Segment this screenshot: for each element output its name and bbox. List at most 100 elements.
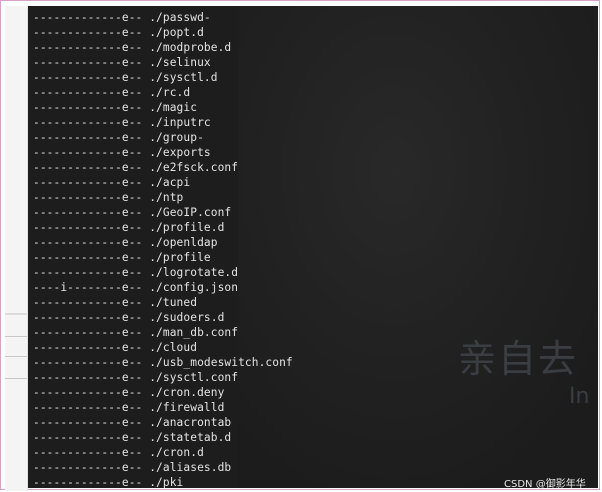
terminal-line: -------------e-- ./usb_modeswitch.conf <box>33 355 293 370</box>
background-watermark-text: 亲自去 <box>458 337 579 381</box>
gutter-marker <box>5 313 27 315</box>
file-attributes: -------------e-- <box>33 176 143 189</box>
file-attributes: -------------e-- <box>33 371 143 384</box>
file-attributes: -------------e-- <box>33 476 143 488</box>
terminal-line: -------------e-- ./passwd- <box>33 10 293 25</box>
terminal-line: -------------e-- ./firewalld <box>33 400 293 415</box>
editor-gutter <box>5 6 28 491</box>
file-path: ./aliases.db <box>149 461 232 474</box>
terminal-output[interactable]: 亲自去 In -------------e-- ./passwd- -------… <box>28 6 598 488</box>
terminal-line: -------------e-- ./ntp <box>33 190 293 205</box>
file-attributes: ----i--------e-- <box>33 281 143 294</box>
file-path: ./inputrc <box>149 116 211 129</box>
terminal-line: -------------e-- ./sudoers.d <box>33 310 293 325</box>
terminal-line: -------------e-- ./inputrc <box>33 115 293 130</box>
terminal-line: -------------e-- ./exports <box>33 145 293 160</box>
terminal-line: -------------e-- ./sysctl.d <box>33 70 293 85</box>
terminal-line: -------------e-- ./acpi <box>33 175 293 190</box>
terminal-line: -------------e-- ./group- <box>33 130 293 145</box>
file-attributes: -------------e-- <box>33 296 143 309</box>
file-path: ./profile.d <box>149 221 225 234</box>
file-attributes: -------------e-- <box>33 251 143 264</box>
file-path: ./logrotate.d <box>149 266 239 279</box>
file-attributes: -------------e-- <box>33 356 143 369</box>
file-path: ./passwd- <box>149 11 211 24</box>
lsattr-output-list: -------------e-- ./passwd- -------------e… <box>33 10 293 488</box>
terminal-line: -------------e-- ./cloud <box>33 340 293 355</box>
file-path: ./tuned <box>149 296 198 309</box>
file-attributes: -------------e-- <box>33 386 143 399</box>
file-attributes: -------------e-- <box>33 131 143 144</box>
terminal-line: -------------e-- ./modprobe.d <box>33 40 293 55</box>
file-path: ./usb_modeswitch.conf <box>149 356 293 369</box>
file-attributes: -------------e-- <box>33 71 143 84</box>
file-attributes: -------------e-- <box>33 341 143 354</box>
terminal-line: -------------e-- ./selinux <box>33 55 293 70</box>
file-path: ./cron.deny <box>149 386 225 399</box>
file-path: ./group- <box>149 131 204 144</box>
file-attributes: -------------e-- <box>33 161 143 174</box>
file-path: ./cron.d <box>149 446 204 459</box>
file-attributes: -------------e-- <box>33 236 143 249</box>
gutter-divider <box>5 378 27 379</box>
terminal-line: -------------e-- ./logrotate.d <box>33 265 293 280</box>
file-path: ./anacrontab <box>149 416 232 429</box>
file-attributes: -------------e-- <box>33 206 143 219</box>
file-path: ./rc.d <box>149 86 191 99</box>
terminal-line: -------------e-- ./magic <box>33 100 293 115</box>
file-attributes: -------------e-- <box>33 41 143 54</box>
file-path: ./selinux <box>149 56 211 69</box>
file-path: ./e2fsck.conf <box>149 161 239 174</box>
file-attributes: -------------e-- <box>33 311 143 324</box>
file-attributes: -------------e-- <box>33 326 143 339</box>
terminal-line: -------------e-- ./openldap <box>33 235 293 250</box>
file-attributes: -------------e-- <box>33 146 143 159</box>
file-attributes: -------------e-- <box>33 86 143 99</box>
file-attributes: -------------e-- <box>33 446 143 459</box>
terminal-line: -------------e-- ./sysctl.conf <box>33 370 293 385</box>
terminal-line: -------------e-- ./man_db.conf <box>33 325 293 340</box>
background-watermark-subtext: In <box>569 384 590 409</box>
file-attributes: -------------e-- <box>33 116 143 129</box>
terminal-line: -------------e-- ./statetab.d <box>33 430 293 445</box>
terminal-line: -------------e-- ./GeoIP.conf <box>33 205 293 220</box>
terminal-line: -------------e-- ./popt.d <box>33 25 293 40</box>
file-path: ./statetab.d <box>149 431 232 444</box>
gutter-divider <box>5 336 27 337</box>
terminal-line: -------------e-- ./profile.d <box>33 220 293 235</box>
file-attributes: -------------e-- <box>33 266 143 279</box>
file-path: ./man_db.conf <box>149 326 239 339</box>
file-path: ./popt.d <box>149 26 204 39</box>
file-path: ./magic <box>149 101 198 114</box>
file-path: ./ntp <box>149 191 184 204</box>
terminal-line: ----i--------e-- ./config.json <box>33 280 293 295</box>
terminal-line: -------------e-- ./aliases.db <box>33 460 293 475</box>
file-path: ./cloud <box>149 341 198 354</box>
file-attributes: -------------e-- <box>33 101 143 114</box>
file-path: ./pki <box>149 476 184 488</box>
file-path: ./GeoIP.conf <box>149 206 232 219</box>
terminal-line: -------------e-- ./anacrontab <box>33 415 293 430</box>
file-path: ./firewalld <box>149 401 225 414</box>
file-path: ./exports <box>149 146 211 159</box>
terminal-line: -------------e-- ./profile <box>33 250 293 265</box>
file-path: ./openldap <box>149 236 218 249</box>
terminal-line: -------------e-- ./cron.deny <box>33 385 293 400</box>
file-attributes: -------------e-- <box>33 221 143 234</box>
file-path: ./acpi <box>149 176 191 189</box>
screenshot-frame: 亲自去 In -------------e-- ./passwd- -------… <box>0 0 600 491</box>
file-attributes: -------------e-- <box>33 431 143 444</box>
file-attributes: -------------e-- <box>33 26 143 39</box>
csdn-watermark: CSDN @御影年华 <box>504 479 586 490</box>
terminal-line: -------------e-- ./cron.d <box>33 445 293 460</box>
file-path: ./profile <box>149 251 211 264</box>
terminal-line: -------------e-- ./rc.d <box>33 85 293 100</box>
file-attributes: -------------e-- <box>33 401 143 414</box>
terminal-line: -------------e-- ./pki <box>33 475 293 488</box>
gutter-divider <box>5 356 27 357</box>
file-attributes: -------------e-- <box>33 56 143 69</box>
file-path: ./sysctl.conf <box>149 371 239 384</box>
file-attributes: -------------e-- <box>33 461 143 474</box>
terminal-line: -------------e-- ./tuned <box>33 295 293 310</box>
file-path: ./sysctl.d <box>149 71 218 84</box>
